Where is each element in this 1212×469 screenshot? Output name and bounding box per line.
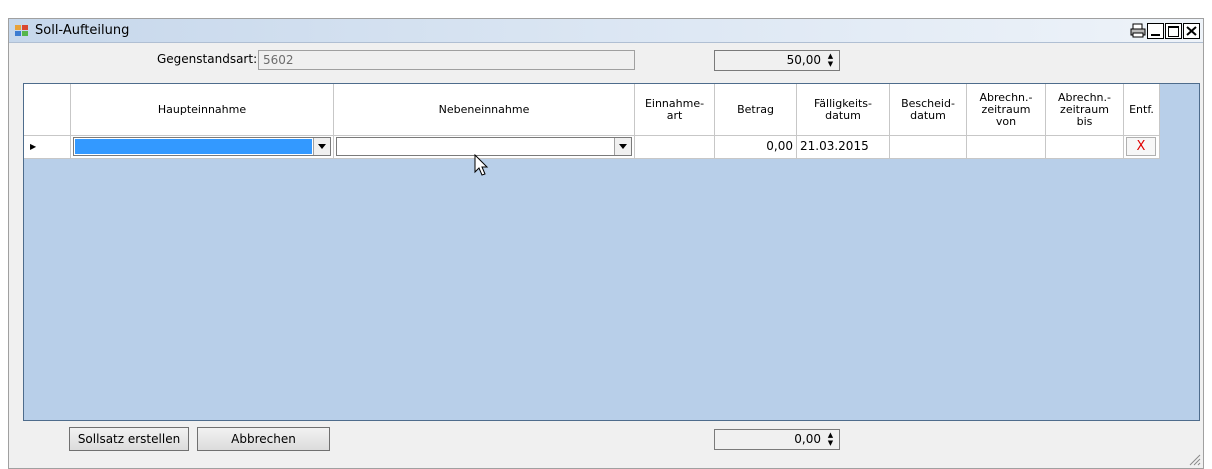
row-header[interactable]: ▶ (24, 136, 71, 159)
gegenstandsart-field[interactable]: 5602 (258, 50, 635, 70)
column-header-zeitraum-von[interactable]: Abrechn.- zeitraum von (967, 84, 1046, 136)
app-icon (15, 25, 29, 37)
column-header-einnahmeart[interactable]: Einnahme- art (635, 84, 715, 136)
cell-zeitraum-von[interactable] (967, 136, 1046, 159)
spin-down-icon[interactable]: ▼ (824, 61, 837, 68)
chevron-down-icon[interactable] (614, 138, 631, 155)
cell-haupteinnahme[interactable] (71, 136, 334, 159)
spinner-arrows[interactable]: ▲ ▼ (824, 53, 837, 68)
abbrechen-button[interactable]: Abbrechen (197, 427, 330, 451)
cell-entf[interactable]: X (1124, 136, 1160, 159)
row-header-corner (24, 84, 71, 136)
print-icon[interactable] (1129, 23, 1146, 39)
haupteinnahme-selection (75, 139, 312, 154)
column-header-zeitraum-bis[interactable]: Abrechn.- zeitraum bis (1046, 84, 1124, 136)
mouse-cursor-icon (474, 154, 489, 176)
window-title: Soll-Aufteilung (35, 23, 130, 38)
soll-aufteilung-window: Soll-Aufteilung Gegenstandsart: 5602 50,… (8, 18, 1204, 469)
close-button[interactable] (1183, 23, 1200, 39)
column-header-betrag[interactable]: Betrag (715, 84, 797, 136)
chevron-down-icon[interactable] (313, 138, 330, 155)
cell-faelligkeitsdatum[interactable]: 21.03.2015 (797, 136, 890, 159)
amount-spinner[interactable]: 50,00 ▲ ▼ (714, 50, 840, 71)
haupteinnahme-dropdown[interactable] (73, 137, 331, 156)
spin-up-icon[interactable]: ▲ (824, 432, 837, 439)
column-header-haupteinnahme[interactable]: Haupteinnahme (71, 84, 334, 136)
cell-einnahmeart[interactable] (635, 136, 715, 159)
cell-zeitraum-bis[interactable] (1046, 136, 1124, 159)
title-bar: Soll-Aufteilung (9, 19, 1203, 43)
delete-row-button[interactable]: X (1126, 137, 1156, 156)
column-header-bescheiddatum[interactable]: Bescheid- datum (890, 84, 967, 136)
total-spinner-value: 0,00 (794, 432, 821, 446)
sollsatz-erstellen-button[interactable]: Sollsatz erstellen (69, 427, 189, 451)
maximize-button[interactable] (1165, 23, 1182, 39)
total-spinner[interactable]: 0,00 ▲ ▼ (714, 429, 840, 450)
gegenstandsart-label: Gegenstandsart: (157, 52, 258, 66)
spinner-arrows[interactable]: ▲ ▼ (824, 432, 837, 447)
column-header-faelligkeitsdatum[interactable]: Fälligkeits- datum (797, 84, 890, 136)
amount-spinner-value: 50,00 (786, 53, 821, 67)
cell-bescheiddatum[interactable] (890, 136, 967, 159)
column-header-entf[interactable]: Entf. (1124, 84, 1160, 136)
current-row-arrow-icon: ▶ (30, 142, 37, 151)
spin-up-icon[interactable]: ▲ (824, 53, 837, 60)
cell-betrag[interactable]: 0,00 (715, 136, 797, 159)
resize-grip-icon[interactable] (1187, 452, 1201, 466)
spin-down-icon[interactable]: ▼ (824, 440, 837, 447)
column-header-nebeneinnahme[interactable]: Nebeneinnahme (334, 84, 635, 136)
soll-grid[interactable]: Haupteinnahme Nebeneinnahme Einnahme- ar… (23, 83, 1200, 421)
minimize-button[interactable] (1147, 23, 1164, 39)
